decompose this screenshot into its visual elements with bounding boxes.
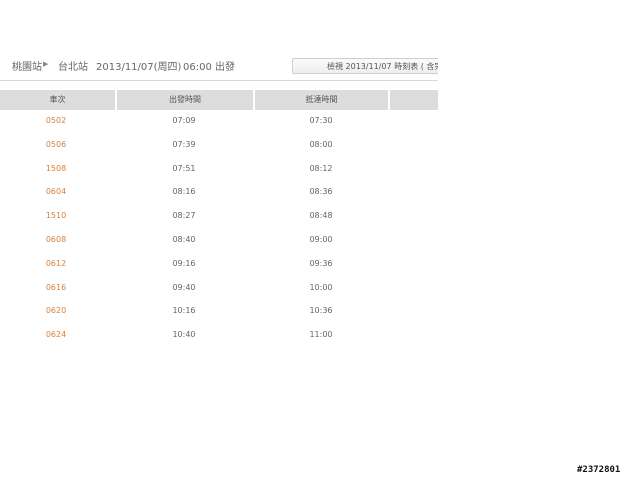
table-row: 1508 07:51 08:12 xyxy=(0,159,438,183)
table-row: 0620 10:16 10:36 xyxy=(0,301,438,325)
departure-time: 10:16 xyxy=(172,306,196,316)
table-row: 0616 09:40 10:00 xyxy=(0,278,438,302)
table-row: 0624 10:40 11:00 xyxy=(0,325,438,349)
train-number-link[interactable]: 0502 xyxy=(30,116,82,125)
arrival-time: 11:00 xyxy=(309,330,333,340)
arrival-time: 08:00 xyxy=(309,139,333,149)
train-number-link[interactable]: 1508 xyxy=(30,164,82,173)
departure-time: 07:39 xyxy=(172,139,196,149)
departure-time-filter: 06:00 出發 xyxy=(183,62,235,73)
table-row: 0506 07:39 08:00 xyxy=(0,135,438,159)
departure-time: 09:16 xyxy=(172,258,196,268)
table-row: 1510 08:27 08:48 xyxy=(0,206,438,230)
departure-time: 08:27 xyxy=(172,211,196,221)
arrival-time: 08:12 xyxy=(309,163,333,173)
image-id-watermark: #2372801 xyxy=(577,465,621,475)
arrival-time: 08:48 xyxy=(309,211,333,221)
timetable-panel: 桃園站 ▶ 台北站 2013/11/07(周四) 06:00 出發 檢視 201… xyxy=(0,0,438,480)
arrival-time: 08:36 xyxy=(309,187,333,197)
train-number-link[interactable]: 0624 xyxy=(30,330,82,339)
timetable-rows: 0502 07:09 07:30 0506 07:39 08:00 1508 0… xyxy=(0,111,438,349)
arrival-time: 09:00 xyxy=(309,234,333,244)
table-header: 車次 出發時間 抵達時間 xyxy=(0,90,438,110)
departure-time: 07:51 xyxy=(172,163,196,173)
train-number-link[interactable]: 1510 xyxy=(30,211,82,220)
header-arrival-time: 抵達時間 xyxy=(255,90,388,110)
table-row: 0608 08:40 09:00 xyxy=(0,230,438,254)
origin-station: 桃園站 xyxy=(12,62,42,73)
header-train-number: 車次 xyxy=(0,90,115,110)
train-number-link[interactable]: 0604 xyxy=(30,187,82,196)
table-row: 0612 09:16 09:36 xyxy=(0,254,438,278)
departure-time: 08:40 xyxy=(172,234,196,244)
arrival-time: 09:36 xyxy=(309,258,333,268)
arrival-time: 07:30 xyxy=(309,116,333,125)
arrival-time: 10:00 xyxy=(309,282,333,292)
departure-time: 10:40 xyxy=(172,330,196,340)
header-extra-column xyxy=(390,90,438,110)
train-number-link[interactable]: 0620 xyxy=(30,306,82,315)
train-number-link[interactable]: 0612 xyxy=(30,259,82,268)
arrival-time: 10:36 xyxy=(309,306,333,316)
travel-date: 2013/11/07(周四) xyxy=(96,62,182,73)
header-departure-time: 出發時間 xyxy=(117,90,253,110)
table-row: 0604 08:16 08:36 xyxy=(0,182,438,206)
departure-time: 09:40 xyxy=(172,282,196,292)
train-number-link[interactable]: 0506 xyxy=(30,140,82,149)
route-arrow-icon: ▶ xyxy=(43,60,49,68)
route-summary-bar: 桃園站 ▶ 台北站 2013/11/07(周四) 06:00 出發 檢視 201… xyxy=(0,52,438,81)
train-number-link[interactable]: 0616 xyxy=(30,283,82,292)
view-full-timetable-button[interactable]: 檢視 2013/11/07 時刻表 ( 含完 xyxy=(292,58,438,74)
departure-time: 07:09 xyxy=(172,116,196,125)
page: 桃園站 ▶ 台北站 2013/11/07(周四) 06:00 出發 檢視 201… xyxy=(0,0,640,480)
destination-station: 台北站 xyxy=(58,62,88,73)
table-row: 0502 07:09 07:30 xyxy=(0,111,438,135)
train-number-link[interactable]: 0608 xyxy=(30,235,82,244)
departure-time: 08:16 xyxy=(172,187,196,197)
